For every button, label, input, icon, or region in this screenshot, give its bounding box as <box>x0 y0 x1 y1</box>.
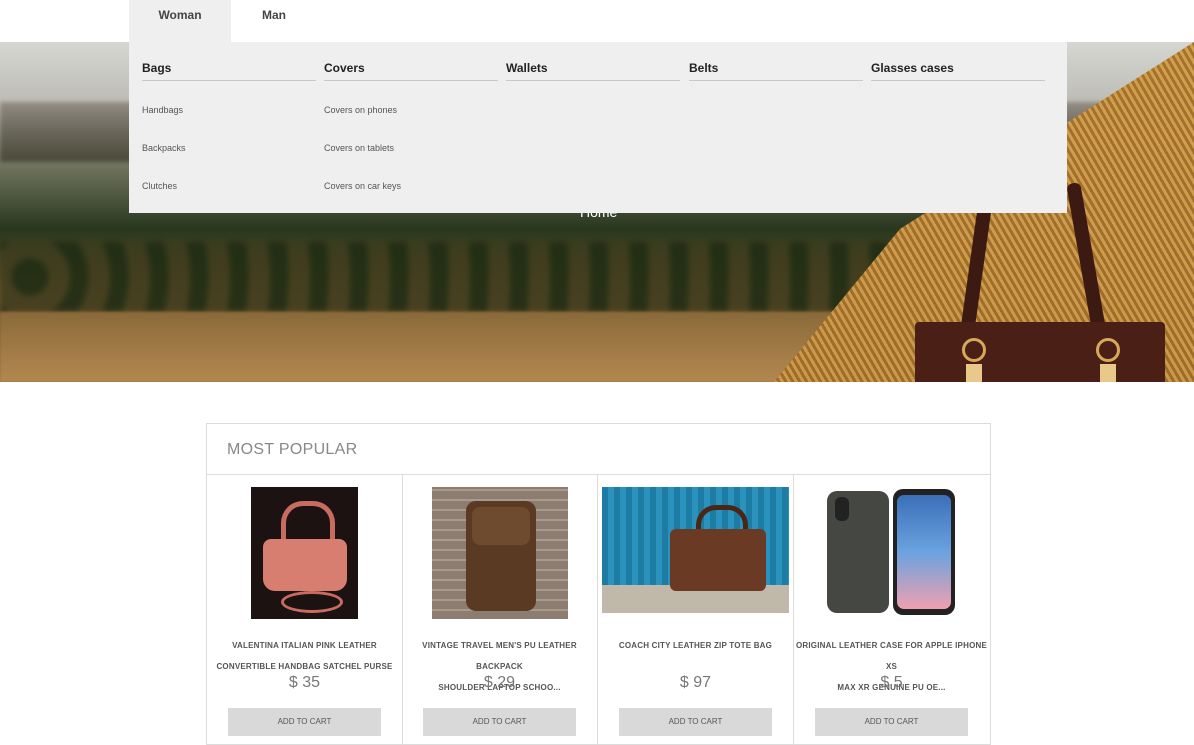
top-nav: Woman Man <box>0 0 1194 42</box>
menu-column-wallets: Wallets <box>506 61 680 81</box>
menu-heading-covers[interactable]: Covers <box>324 61 498 81</box>
product-image[interactable] <box>825 487 958 617</box>
product-grid: VALENTINA ITALIAN PINK LEATHER CONVERTIB… <box>207 475 990 745</box>
add-to-cart-button[interactable]: ADD TO CART <box>619 708 772 736</box>
add-to-cart-button[interactable]: ADD TO CART <box>815 708 968 736</box>
product-image[interactable] <box>432 487 568 619</box>
menu-item-covers-tablets[interactable]: Covers on tablets <box>324 139 498 157</box>
menu-heading-glasses-cases[interactable]: Glasses cases <box>871 61 1045 81</box>
most-popular-section: MOST POPULAR VALENTINA ITALIAN PINK LEAT… <box>206 423 991 745</box>
add-to-cart-button[interactable]: ADD TO CART <box>423 708 576 736</box>
section-title: MOST POPULAR <box>207 424 990 475</box>
product-card: ORIGINAL LEATHER CASE FOR APPLE IPHONE X… <box>794 475 989 745</box>
product-image[interactable] <box>602 487 789 613</box>
menu-item-handbags[interactable]: Handbags <box>142 101 316 119</box>
menu-item-clutches[interactable]: Clutches <box>142 177 316 195</box>
mega-menu-dropdown: Bags Handbags Backpacks Clutches Covers … <box>129 42 1067 213</box>
hero-bag <box>915 322 1165 382</box>
menu-heading-bags[interactable]: Bags <box>142 61 316 81</box>
menu-item-covers-car-keys[interactable]: Covers on car keys <box>324 177 498 195</box>
tab-man[interactable]: Man <box>231 0 317 42</box>
hero-trees <box>0 242 900 312</box>
add-to-cart-button[interactable]: ADD TO CART <box>228 708 381 736</box>
product-name[interactable]: COACH CITY LEATHER ZIP TOTE BAG <box>598 635 793 656</box>
product-price: $ 35 <box>288 674 321 691</box>
product-name[interactable]: VALENTINA ITALIAN PINK LEATHER CONVERTIB… <box>207 635 402 677</box>
menu-column-belts: Belts <box>689 61 863 81</box>
product-card: COACH CITY LEATHER ZIP TOTE BAG $ 97 ADD… <box>598 475 794 745</box>
tab-woman[interactable]: Woman <box>129 0 231 42</box>
product-price: $ 29 <box>483 674 516 691</box>
hero-bag-ring <box>1096 338 1120 362</box>
menu-heading-wallets[interactable]: Wallets <box>506 61 680 81</box>
hero-bag-tag <box>1100 364 1116 382</box>
product-price: $ 97 <box>679 674 712 691</box>
product-price: $ 5 <box>880 674 903 691</box>
product-image[interactable] <box>251 487 358 619</box>
menu-column-covers: Covers Covers on phones Covers on tablet… <box>324 61 498 195</box>
menu-column-bags: Bags Handbags Backpacks Clutches <box>142 61 316 195</box>
menu-column-glasses-cases: Glasses cases <box>871 61 1045 81</box>
menu-item-covers-phones[interactable]: Covers on phones <box>324 101 498 119</box>
hero-bag-ring <box>962 338 986 362</box>
product-card: VINTAGE TRAVEL MEN'S PU LEATHER BACKPACK… <box>402 475 598 745</box>
hero-bag-tag <box>966 364 982 382</box>
menu-heading-belts[interactable]: Belts <box>689 61 863 81</box>
menu-item-backpacks[interactable]: Backpacks <box>142 139 316 157</box>
product-card: VALENTINA ITALIAN PINK LEATHER CONVERTIB… <box>207 475 403 745</box>
